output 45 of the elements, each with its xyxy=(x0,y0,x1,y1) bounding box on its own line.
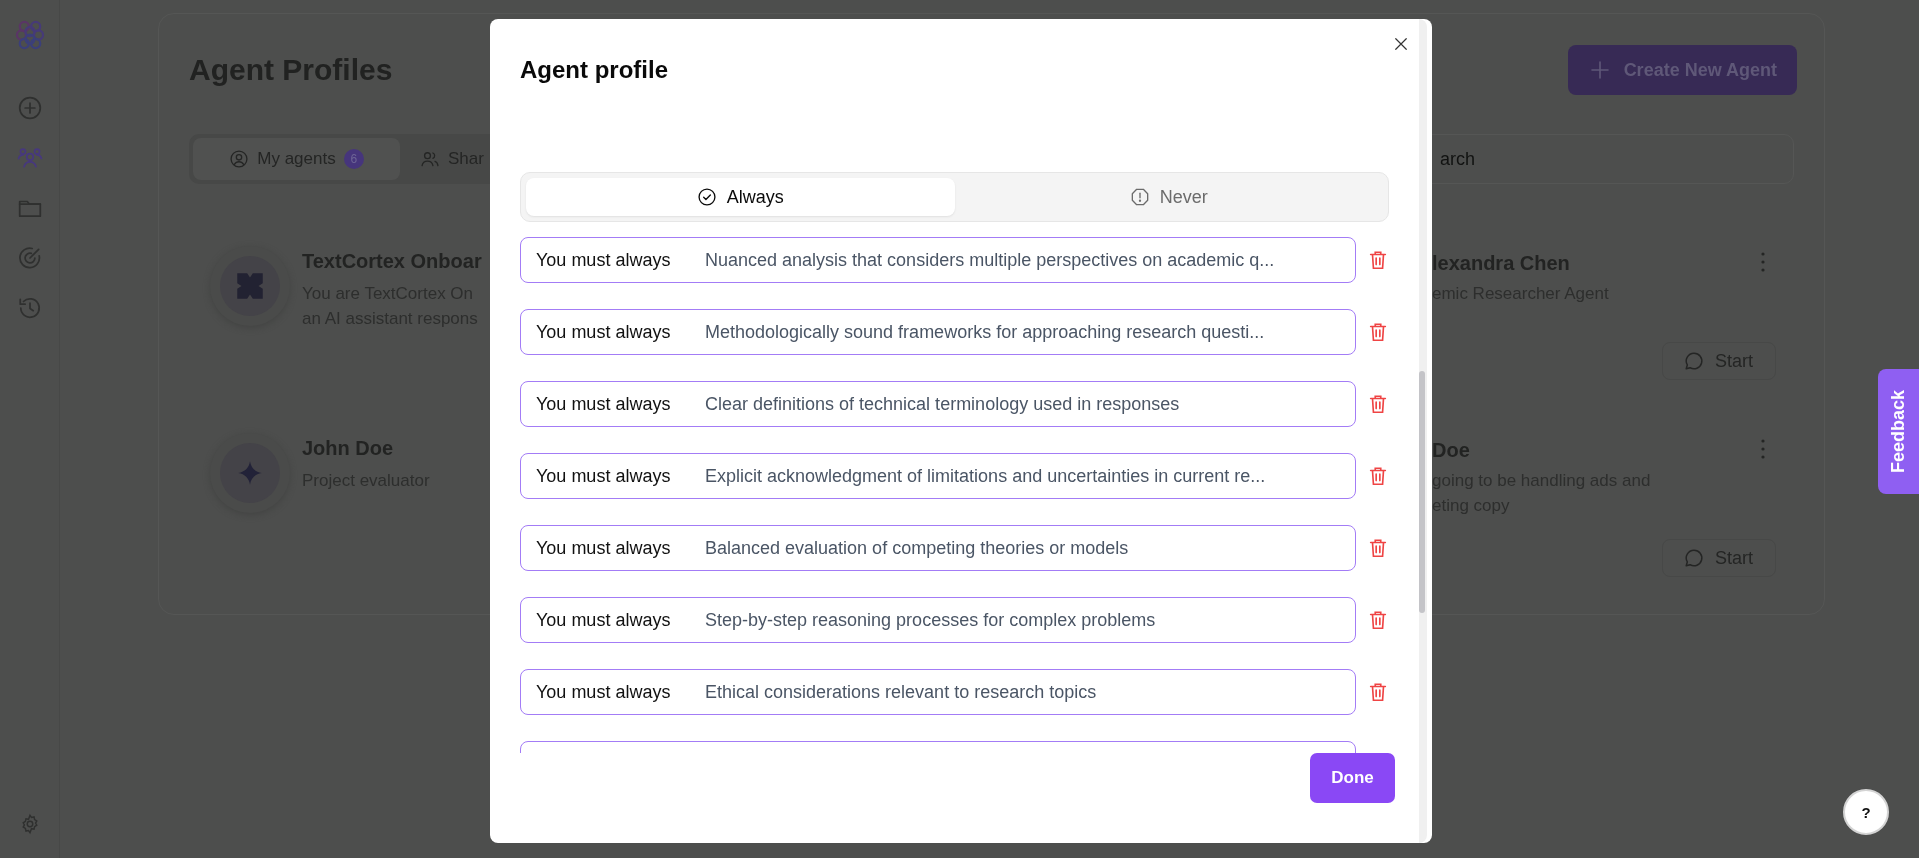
check-circle-icon xyxy=(696,187,717,207)
rule-text: Clear definitions of technical terminology used in responses xyxy=(705,393,1180,415)
rule-text: Step-by-step reasoning processes for complex problems xyxy=(705,609,1156,631)
rule-field[interactable]: You must always Ethical considerations relevant to research topics xyxy=(520,669,1356,715)
rule-field[interactable]: You must always Clear definitions of technical terminology used in responses xyxy=(520,381,1356,427)
rule-text: Nuanced analysis that considers multiple perspectives on academic q... xyxy=(705,249,1275,271)
rule-text: Ethical considerations relevant to research topics xyxy=(705,681,1097,703)
delete-icon[interactable] xyxy=(1367,465,1389,487)
users-icon xyxy=(420,149,440,169)
rule-prefix: You must always xyxy=(536,681,672,703)
rule-field[interactable]: You must always Balanced evaluation of competing theories or models xyxy=(520,525,1356,571)
alert-octagon-icon xyxy=(1129,187,1150,207)
delete-icon[interactable] xyxy=(1367,249,1389,271)
help-button[interactable]: ? xyxy=(1843,789,1889,835)
rule-prefix: You must always xyxy=(536,249,672,271)
rule-prefix: You must always xyxy=(536,393,672,415)
dialog-title: Agent profile xyxy=(520,56,669,84)
plus-circle-icon xyxy=(16,95,43,121)
rule-text: Explicit acknowledgment of limitations and uncertainties in current re... xyxy=(705,465,1266,487)
chat-bubble-icon xyxy=(1683,547,1705,569)
rule-prefix: You must always xyxy=(536,465,672,487)
delete-icon[interactable] xyxy=(1367,537,1389,559)
close-icon xyxy=(1392,35,1410,53)
delete-icon[interactable] xyxy=(1367,681,1389,703)
rule-text: Methodologically sound frameworks for approaching research questi... xyxy=(705,321,1265,343)
chat-bubble-icon xyxy=(1683,350,1705,372)
history-icon xyxy=(16,295,43,321)
rule-prefix: You must always xyxy=(536,321,672,343)
rule-field[interactable]: You must always Methodologically sound frameworks for approaching research questi... xyxy=(520,309,1356,355)
done-button[interactable]: Done xyxy=(1310,753,1395,803)
rule-prefix: You must always xyxy=(536,609,672,631)
scrollbar-thumb[interactable] xyxy=(1419,371,1425,613)
segment-tab[interactable]: Never xyxy=(954,178,1383,216)
feedback-tab[interactable]: Feedback xyxy=(1878,369,1919,494)
segment-tab[interactable]: Always xyxy=(526,178,955,216)
delete-icon[interactable] xyxy=(1367,609,1389,631)
target-icon xyxy=(16,245,43,271)
rule-field[interactable]: You must always Step-by-step reasoning processes for complex problems xyxy=(520,597,1356,643)
rule-field[interactable]: You must always Nuanced analysis that considers multiple perspectives on academic q... xyxy=(520,237,1356,283)
user-circle-icon xyxy=(229,149,250,169)
rule-text: Balanced evaluation of competing theories or models xyxy=(705,537,1129,559)
delete-icon[interactable] xyxy=(1367,321,1389,343)
rule-prefix: You must always xyxy=(536,537,672,559)
delete-icon[interactable] xyxy=(1367,393,1389,415)
rule-field[interactable]: You must always Explicit acknowledgment of limitations and uncertainties in current re... xyxy=(520,453,1356,499)
